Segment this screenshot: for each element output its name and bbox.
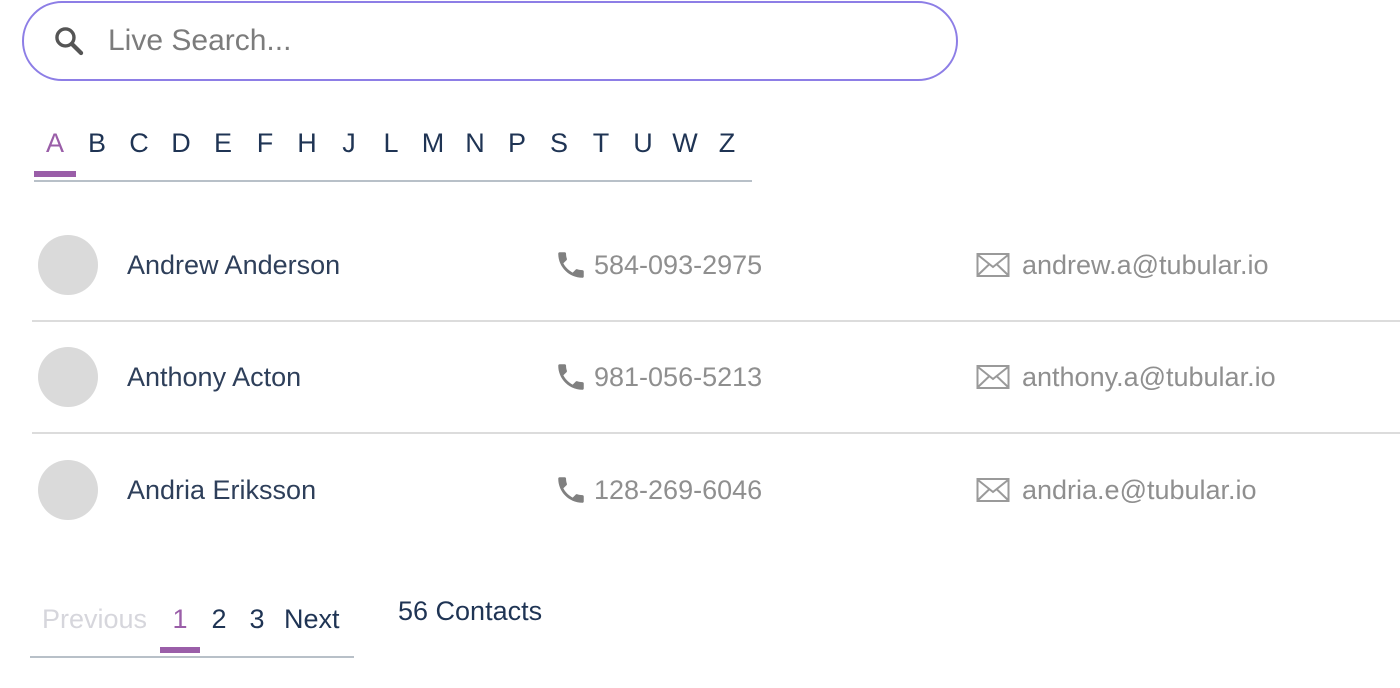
phone-icon [554,360,588,394]
contact-name: Andrew Anderson [127,249,341,280]
contact-name: Andria Eriksson [127,474,317,505]
contact-row[interactable]: Anthony Acton 981-056-5213 anthony.a@tubul… [32,322,1400,434]
letter-filter-b[interactable]: B [76,113,118,173]
letter-filter-c[interactable]: C [118,113,160,173]
page-1-button[interactable]: 1 [160,589,200,653]
search-bar[interactable] [22,1,958,81]
envelope-icon [976,364,1010,390]
contact-row[interactable]: Andrew Anderson 584-093-2975 andrew.a@tubu… [32,210,1400,322]
phone-number: 128-269-6046 [594,474,763,505]
active-page-indicator [160,647,200,653]
letter-filter-t[interactable]: T [580,113,622,173]
letter-filter-h[interactable]: H [286,113,328,173]
search-input[interactable] [106,23,886,59]
letter-filter-n[interactable]: N [454,113,496,173]
letter-filter-u[interactable]: U [622,113,664,173]
phone-number: 584-093-2975 [594,249,763,280]
contact-count: 56 Contacts [398,596,543,626]
avatar [38,235,98,295]
phone-number: 981-056-5213 [594,361,763,392]
contact-email: andrew.a@tubular.io [976,250,1269,281]
email-address[interactable]: andria.e@tubular.io [1022,475,1257,506]
contact-phone: 981-056-5213 [554,360,762,394]
letter-filter-l[interactable]: L [370,113,412,173]
contact-phone: 128-269-6046 [554,473,762,507]
pagination: Previous 1 2 3 Next [30,582,354,658]
letter-filter-e[interactable]: E [202,113,244,173]
envelope-icon [976,477,1010,503]
letter-filter-d[interactable]: D [160,113,202,173]
envelope-icon [976,252,1010,278]
page-2-button[interactable]: 2 [200,589,238,649]
phone-icon [554,473,588,507]
letter-filter-j[interactable]: J [328,113,370,173]
letter-filter-s[interactable]: S [538,113,580,173]
active-letter-indicator [34,171,76,177]
letter-filter-w[interactable]: W [664,113,706,173]
contact-email: andria.e@tubular.io [976,475,1257,506]
email-address[interactable]: anthony.a@tubular.io [1022,362,1276,393]
letter-filter-z[interactable]: Z [706,113,748,173]
alphabet-filter: ABCDEFHJLMNPSTUWZ [34,106,752,182]
next-button[interactable]: Next [276,589,340,649]
letter-filter-a[interactable]: A [34,113,76,177]
contact-name: Anthony Acton [127,361,302,392]
previous-button: Previous [42,604,148,634]
contact-list: Andrew Anderson 584-093-2975 andrew.a@tubu… [32,210,1400,546]
search-icon [52,24,86,58]
contact-email: anthony.a@tubular.io [976,362,1276,393]
contacts-page: ABCDEFHJLMNPSTUWZ Andrew Anderson 584-093… [0,0,1400,688]
letter-filter-f[interactable]: F [244,113,286,173]
letter-filter-m[interactable]: M [412,113,454,173]
avatar [38,460,98,520]
contact-row[interactable]: Andria Eriksson 128-269-6046 andria.e@tubu… [32,434,1400,546]
page-3-button[interactable]: 3 [238,589,276,649]
letter-filter-p[interactable]: P [496,113,538,173]
avatar [38,347,98,407]
phone-icon [554,248,588,282]
email-address[interactable]: andrew.a@tubular.io [1022,250,1269,281]
contact-phone: 584-093-2975 [554,248,762,282]
